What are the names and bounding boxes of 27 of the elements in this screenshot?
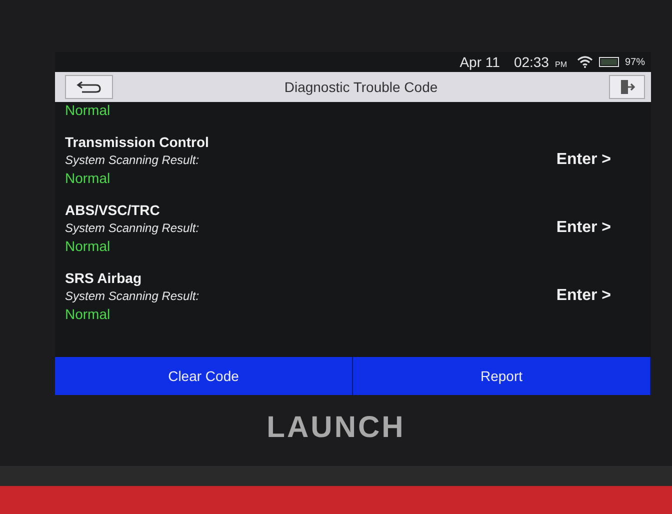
- battery-icon: [598, 57, 619, 67]
- window-title: Diagnostic Trouble Code: [284, 79, 438, 95]
- enter-link[interactable]: Enter >: [556, 287, 611, 305]
- system-name: Transmission Control: [65, 134, 209, 150]
- back-arrow-icon: [76, 80, 102, 94]
- status-ampm: PM: [554, 60, 567, 69]
- scan-result-label: System Scanning Result:: [65, 153, 200, 167]
- exit-button[interactable]: [609, 75, 645, 99]
- battery-percent: 97%: [624, 56, 645, 68]
- system-name: ABS/VSC/TRC: [65, 202, 160, 218]
- scan-result: Normal: [65, 102, 110, 118]
- scan-result: Normal: [65, 306, 110, 322]
- system-name: SRS Airbag: [65, 270, 142, 286]
- status-time: 02:33: [514, 54, 549, 70]
- exit-door-icon: [619, 79, 635, 95]
- brand-logo: LAUNCH: [266, 411, 406, 445]
- enter-link[interactable]: Enter >: [556, 151, 611, 169]
- status-date: Apr 11: [460, 54, 500, 70]
- wifi-icon: [576, 56, 593, 68]
- scan-result-label: System Scanning Result:: [65, 289, 200, 303]
- action-button[interactable]: Report: [353, 357, 651, 395]
- scan-result: Normal: [65, 170, 110, 186]
- scan-result: Normal: [65, 238, 110, 254]
- action-button[interactable]: Clear Code: [55, 357, 353, 395]
- enter-link[interactable]: Enter >: [556, 219, 611, 237]
- scan-result-label: System Scanning Result:: [65, 221, 200, 235]
- back-button[interactable]: [65, 75, 113, 99]
